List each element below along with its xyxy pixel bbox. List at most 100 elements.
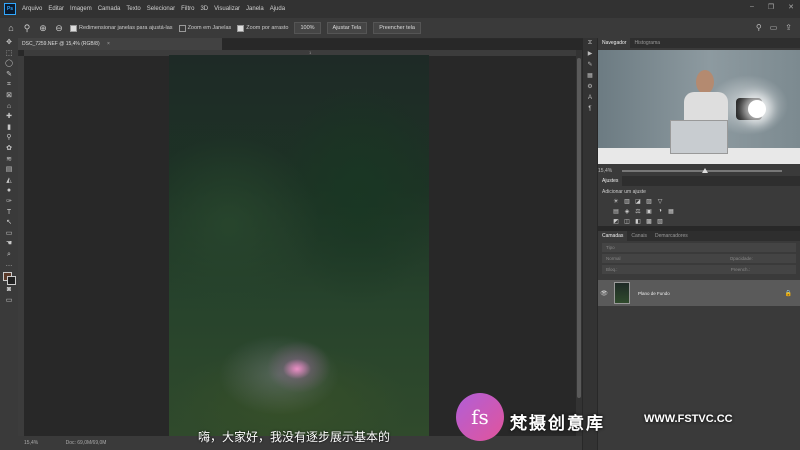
properties-panel-icon[interactable]: ⚙ [583, 82, 597, 93]
actions-panel-icon[interactable]: ▶ [583, 49, 597, 60]
tab-navegador[interactable]: Navegador [598, 38, 631, 48]
maximize-icon[interactable]: ❐ [768, 3, 774, 11]
marquee-tool-icon[interactable]: ⬚ [0, 49, 18, 60]
exposure-icon[interactable]: ▨ [645, 198, 653, 205]
vertical-scrollbar[interactable] [576, 50, 582, 436]
channel-mixer-icon[interactable]: ◑ [656, 208, 664, 215]
tab-canais[interactable]: Canais [627, 233, 651, 239]
clone-stamp-tool-icon[interactable]: ⚲ [0, 133, 18, 144]
color-balance-icon[interactable]: ◈ [623, 208, 631, 215]
blend-mode-select[interactable]: Normal Opacidade: [602, 254, 796, 263]
zoom-out-icon[interactable]: ⊖ [54, 23, 64, 33]
resize-windows-checkbox[interactable] [70, 24, 77, 32]
menu-texto[interactable]: Texto [126, 6, 140, 12]
status-doc-size[interactable]: Doc: 69,0M/69,0M [66, 440, 107, 446]
navigator-zoom-value[interactable]: 15,4% [598, 168, 612, 174]
minimize-icon[interactable]: – [750, 3, 754, 11]
brushes-panel-icon[interactable]: ✎ [583, 60, 597, 71]
more-tools-icon[interactable]: … [0, 260, 18, 271]
home-icon[interactable]: ⌂ [6, 23, 16, 33]
crop-tool-icon[interactable]: ⌗ [0, 80, 18, 91]
menu-filtro[interactable]: Filtro [181, 6, 194, 12]
background-color[interactable] [7, 276, 16, 286]
quick-select-tool-icon[interactable]: ✎ [0, 70, 18, 81]
menu-selecionar[interactable]: Selecionar [147, 6, 175, 12]
menu-janela[interactable]: Janela [246, 6, 264, 12]
tab-camadas[interactable]: Camadas [598, 231, 628, 241]
fill-screen-button[interactable]: Preencher tela [373, 22, 421, 34]
search-icon[interactable]: ⚲ [756, 23, 762, 32]
scrollbar-thumb[interactable] [577, 58, 581, 398]
zoom-tool-side-icon[interactable]: ⌕ [0, 250, 18, 261]
gradient-tool-icon[interactable]: ▤ [0, 165, 18, 176]
zoom-in-icon[interactable]: ⊕ [38, 23, 48, 33]
document-tab[interactable]: DSC_7259.NEF @ 15,4% (RGB/8) × [18, 38, 222, 50]
type-tool-icon[interactable]: T [0, 208, 18, 219]
levels-icon[interactable]: ▥ [623, 198, 631, 205]
healing-tool-icon[interactable]: ✚ [0, 112, 18, 123]
menu-3d[interactable]: 3D [200, 6, 208, 12]
pen-tool-icon[interactable]: ✑ [0, 197, 18, 208]
tab-demarcadores[interactable]: Demarcadores [651, 233, 692, 239]
layer-filter-select[interactable]: Tipo [602, 243, 796, 252]
move-tool-icon[interactable]: ✥ [0, 38, 18, 49]
brush-tool-icon[interactable]: ▮ [0, 123, 18, 134]
lasso-tool-icon[interactable]: ◯ [0, 59, 18, 70]
quick-mask-icon[interactable]: ◙ [0, 285, 18, 296]
tab-histograma[interactable]: Histograma [630, 40, 664, 46]
dodge-tool-icon[interactable]: ● [0, 186, 18, 197]
fit-screen-button[interactable]: Ajustar Tela [326, 22, 368, 34]
eraser-tool-icon[interactable]: ≋ [0, 155, 18, 166]
black-white-icon[interactable]: ⚖ [634, 208, 642, 215]
color-lookup-icon[interactable]: ▦ [667, 208, 675, 215]
close-icon[interactable]: ✕ [788, 3, 794, 11]
character-panel-icon[interactable]: A [583, 93, 597, 104]
menu-editar[interactable]: Editar [48, 6, 64, 12]
layer-row-background[interactable]: 👁 Plano de Fundo 🔒 [598, 280, 800, 306]
share-icon[interactable]: ⇪ [785, 23, 792, 32]
menu-arquivo[interactable]: Arquivo [22, 6, 42, 12]
document-image[interactable] [169, 55, 429, 437]
invert-icon[interactable]: ◩ [612, 218, 620, 225]
hue-saturation-icon[interactable]: ▤ [612, 208, 620, 215]
gradient-map-icon[interactable]: ▩ [645, 218, 653, 225]
close-document-icon[interactable]: × [107, 41, 110, 47]
frame-tool-icon[interactable]: ⊠ [0, 91, 18, 102]
vibrance-icon[interactable]: ▽ [656, 198, 664, 205]
rectangle-tool-icon[interactable]: ▭ [0, 229, 18, 240]
eyedropper-tool-icon[interactable]: ⌂ [0, 102, 18, 113]
status-zoom[interactable]: 15,4% [24, 440, 38, 446]
curves-icon[interactable]: ◪ [634, 198, 642, 205]
menu-visualizar[interactable]: Visualizar [214, 6, 240, 12]
posterize-icon[interactable]: ◫ [623, 218, 631, 225]
brightness-icon[interactable]: ☀ [612, 198, 620, 205]
menu-camada[interactable]: Camada [98, 6, 121, 12]
hand-tool-icon[interactable]: ☚ [0, 239, 18, 250]
paragraph-panel-icon[interactable]: ¶ [583, 104, 597, 115]
zoom-all-checkbox[interactable] [178, 24, 186, 32]
selective-color-icon[interactable]: ▧ [656, 218, 664, 225]
color-swatches[interactable] [0, 271, 18, 286]
swatches-panel-icon[interactable]: ▦ [583, 71, 597, 82]
photoshop-logo-icon[interactable]: Ps [4, 3, 16, 15]
layer-thumbnail[interactable] [614, 282, 630, 304]
navigator-zoom-slider[interactable] [622, 168, 783, 173]
zoom-100-button[interactable]: 100% [294, 22, 321, 34]
visibility-eye-icon[interactable]: 👁 [598, 290, 610, 297]
menu-ajuda[interactable]: Ajuda [270, 6, 285, 12]
threshold-icon[interactable]: ◧ [634, 218, 642, 225]
workspace-icon[interactable]: ▭ [770, 23, 778, 32]
zoom-slider-knob[interactable] [702, 168, 709, 173]
screen-mode-icon[interactable]: ▭ [0, 296, 18, 307]
layer-name[interactable]: Plano de Fundo [638, 291, 670, 296]
blur-tool-icon[interactable]: ◭ [0, 176, 18, 187]
zoom-tool-icon[interactable]: ⚲ [22, 23, 32, 33]
scrubby-zoom-checkbox[interactable] [237, 24, 245, 32]
tab-ajustes[interactable]: Ajustes [598, 176, 623, 186]
photo-filter-icon[interactable]: ▣ [645, 208, 653, 215]
menu-imagem[interactable]: Imagem [70, 6, 92, 12]
history-panel-icon[interactable]: ⧖ [583, 38, 597, 49]
layer-lock-icon[interactable]: 🔒 [785, 290, 792, 297]
history-brush-tool-icon[interactable]: ✿ [0, 144, 18, 155]
path-select-tool-icon[interactable]: ↖ [0, 218, 18, 229]
